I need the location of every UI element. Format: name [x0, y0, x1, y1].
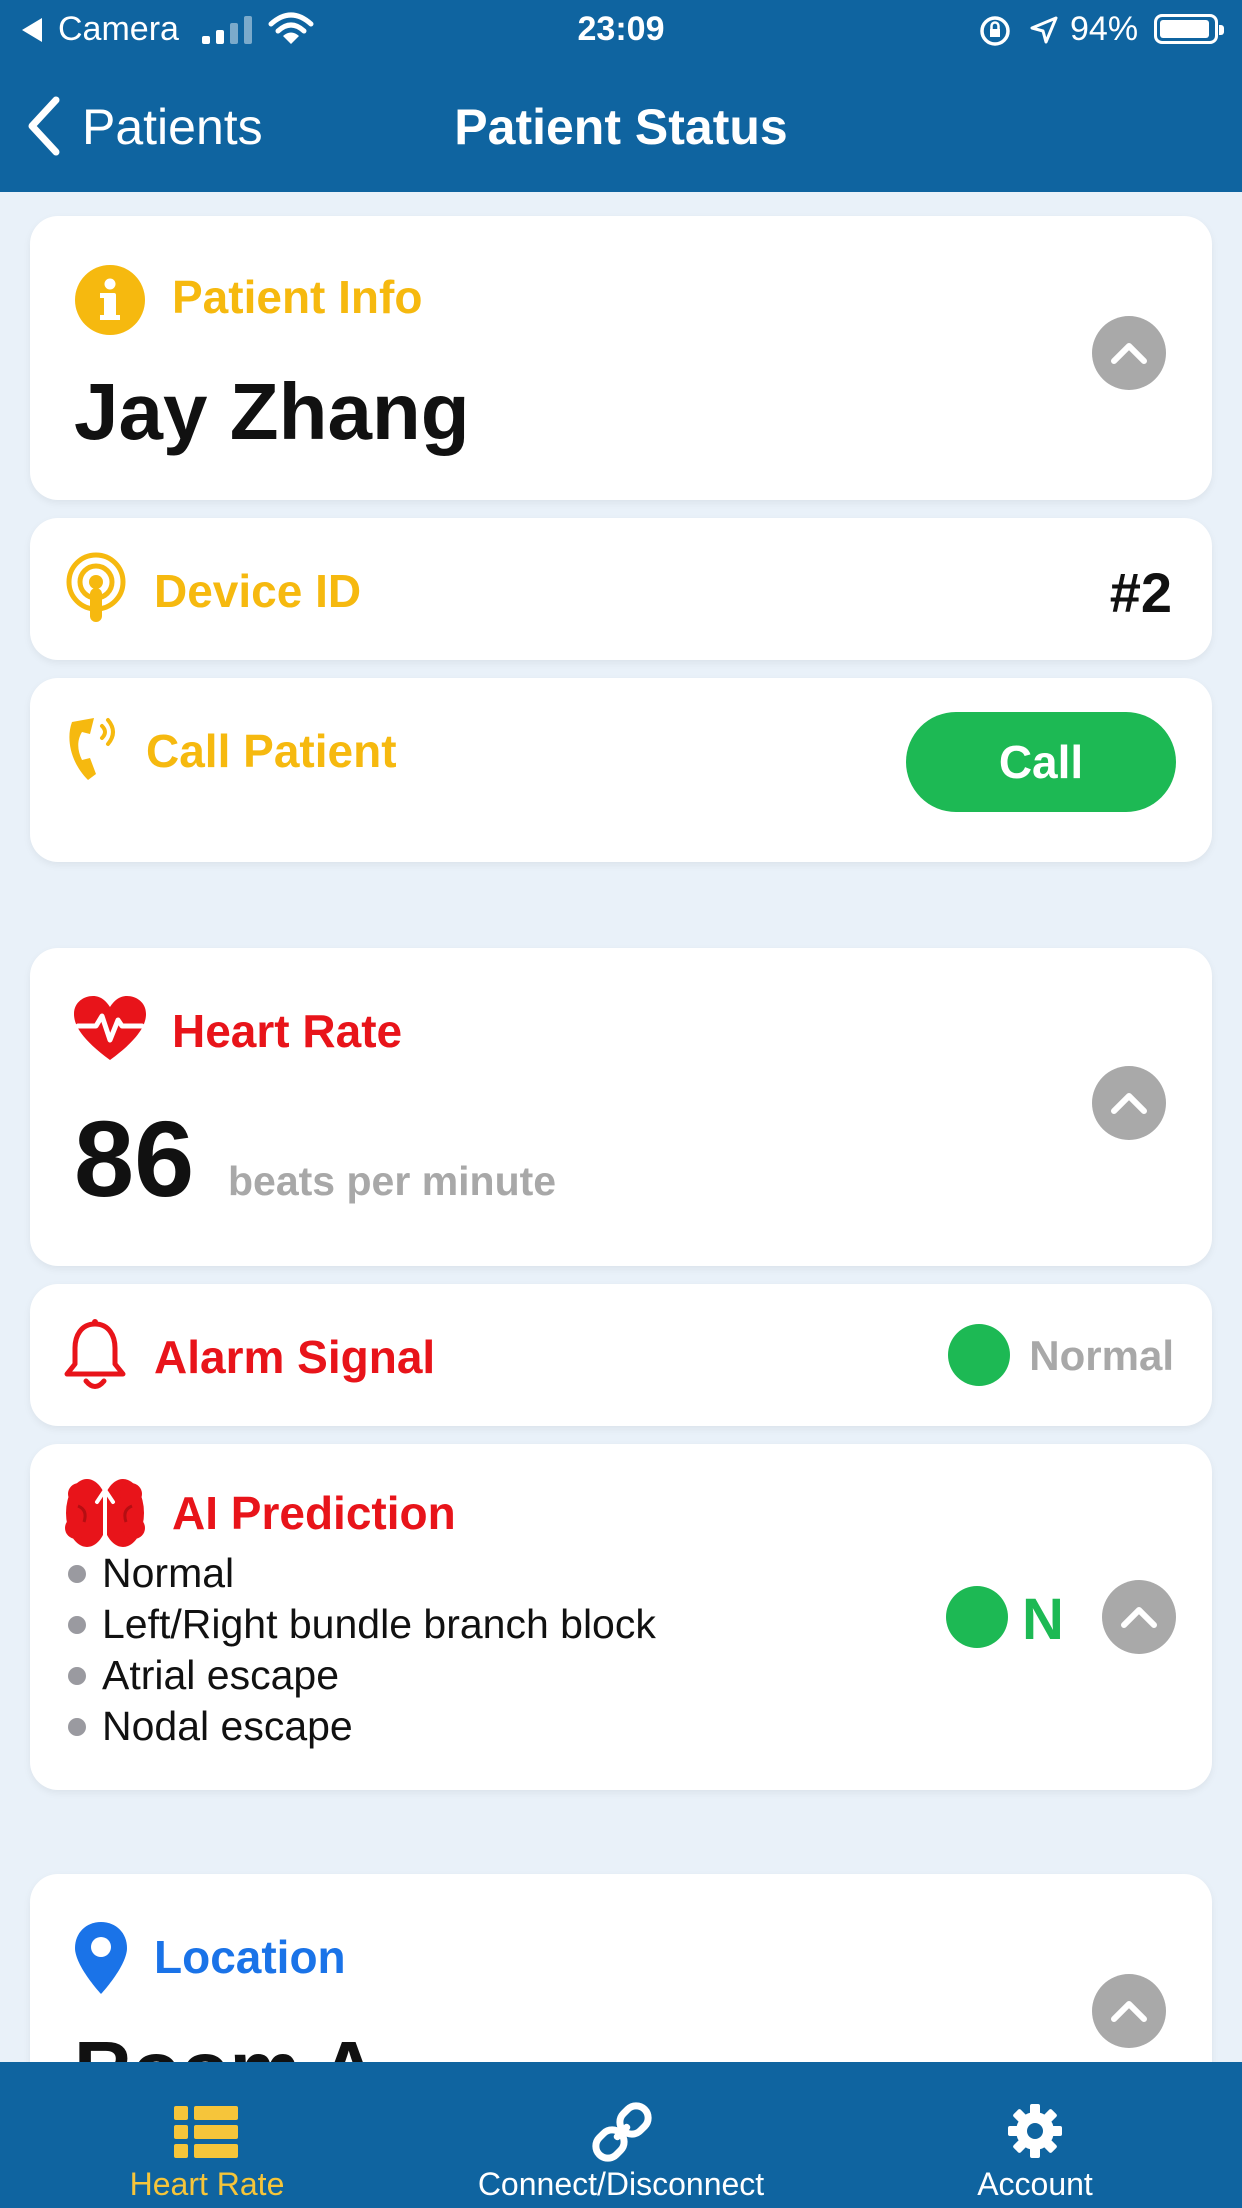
- alarm-status-text: Normal: [1029, 1332, 1174, 1379]
- battery-icon: [1154, 14, 1224, 44]
- gear-icon: [1008, 2104, 1062, 2158]
- alarm-status-indicator: [948, 1324, 1010, 1386]
- ai-prediction-title: AI Prediction: [172, 1487, 456, 1539]
- alarm-signal-card: Alarm Signal Normal: [30, 1284, 1212, 1426]
- map-pin-icon: [75, 1922, 127, 1994]
- list-icon: [174, 2106, 238, 2158]
- chevron-up-icon: [1111, 1093, 1147, 1114]
- prediction-class-item: Normal: [102, 1550, 235, 1596]
- call-patient-card: Call Patient Call: [30, 678, 1212, 862]
- bullet-dot: [68, 1565, 86, 1583]
- tab-bar: Heart Rate Connect/Disconnect Account: [0, 2062, 1242, 2208]
- alarm-signal-title: Alarm Signal: [154, 1331, 436, 1383]
- location-arrow-icon: [1030, 16, 1058, 44]
- tab-label: Connect/Disconnect: [477, 2166, 765, 2202]
- chevron-up-icon: [1121, 1607, 1157, 1628]
- patient-name: Jay Zhang: [74, 367, 470, 456]
- call-button[interactable]: Call: [906, 712, 1176, 812]
- device-id-value: #2: [1109, 561, 1172, 624]
- patient-info-card: Patient Info Jay Zhang: [30, 216, 1212, 500]
- device-broadcast-icon: [66, 552, 126, 622]
- prediction-status-indicator: [946, 1586, 1008, 1648]
- bullet-dot: [68, 1667, 86, 1685]
- tab-account[interactable]: Account: [828, 2062, 1242, 2208]
- bell-icon: [64, 1319, 126, 1389]
- ai-prediction-card: AI Prediction Normal Left/Right bundle b…: [30, 1444, 1212, 1790]
- prediction-result: N: [1022, 1587, 1064, 1652]
- chevron-up-icon: [1111, 343, 1147, 364]
- call-patient-title: Call Patient: [146, 725, 397, 777]
- bullet-dot: [68, 1718, 86, 1736]
- tab-label: Heart Rate: [129, 2166, 285, 2202]
- collapse-button[interactable]: [1092, 1974, 1166, 2048]
- battery-percent: 94%: [1070, 10, 1139, 48]
- location-title: Location: [154, 1931, 346, 1983]
- brain-icon: [65, 1479, 145, 1547]
- collapse-button[interactable]: [1102, 1580, 1176, 1654]
- heart-rate-value: 86: [74, 1098, 195, 1219]
- bullet-dot: [68, 1616, 86, 1634]
- orientation-lock-icon: [980, 16, 1010, 46]
- navigation-header: Camera 23:09 94% Patients Patient Status: [0, 0, 1242, 192]
- heart-rate-unit: beats per minute: [228, 1158, 557, 1204]
- tab-heart-rate[interactable]: Heart Rate: [0, 2062, 414, 2208]
- patient-info-title: Patient Info: [172, 271, 423, 323]
- link-icon: [592, 2102, 652, 2162]
- collapse-button[interactable]: [1092, 316, 1166, 390]
- heart-pulse-icon: [74, 996, 146, 1060]
- prediction-class-item: Atrial escape: [102, 1652, 340, 1698]
- info-icon: [75, 265, 145, 335]
- tab-label: Account: [977, 2166, 1093, 2202]
- phone-ringing-icon: [69, 718, 115, 780]
- heart-rate-title: Heart Rate: [172, 1005, 403, 1057]
- chevron-up-icon: [1111, 2001, 1147, 2022]
- device-id-card: Device ID #2: [30, 518, 1212, 660]
- tab-connect-disconnect[interactable]: Connect/Disconnect: [414, 2062, 828, 2208]
- heart-rate-card: Heart Rate 86 beats per minute: [30, 948, 1212, 1266]
- prediction-class-item: Left/Right bundle branch block: [102, 1601, 656, 1647]
- collapse-button[interactable]: [1092, 1066, 1166, 1140]
- page-title: Patient Status: [454, 99, 788, 155]
- device-id-title: Device ID: [154, 565, 362, 617]
- prediction-class-item: Nodal escape: [102, 1703, 353, 1749]
